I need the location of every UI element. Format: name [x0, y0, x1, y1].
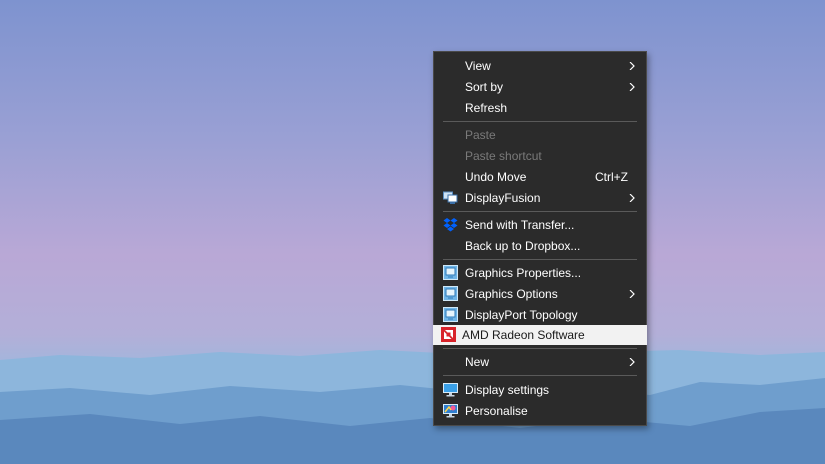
chevron-right-icon [629, 62, 635, 70]
chevron-right-icon [629, 358, 635, 366]
menu-item-refresh[interactable]: Refresh [434, 98, 646, 118]
desktop-background[interactable] [0, 0, 825, 464]
dropbox-icon [443, 218, 458, 232]
menu-separator [443, 348, 637, 349]
menu-item-label: Sort by [465, 80, 504, 94]
menu-separator [443, 375, 637, 376]
menu-item-label: New [465, 355, 490, 369]
chevron-right-icon [629, 83, 635, 91]
menu-item-label: Paste [465, 128, 496, 142]
menu-item-displayfusion[interactable]: DisplayFusion [434, 188, 646, 208]
menu-item-label: Refresh [465, 101, 508, 115]
menu-item-label: Send with Transfer... [465, 218, 575, 232]
menu-item-send-with-transfer[interactable]: Send with Transfer... [434, 215, 646, 235]
menu-item-personalise[interactable]: Personalise [434, 401, 646, 421]
amd-radeon-icon [441, 327, 456, 342]
menu-item-label: Back up to Dropbox... [465, 239, 581, 253]
menu-item-view[interactable]: View [434, 56, 646, 76]
display-settings-icon [443, 383, 458, 397]
menu-item-label: DisplayFusion [465, 191, 541, 205]
menu-item-label: View [465, 59, 491, 73]
menu-item-label: DisplayPort Topology [465, 308, 578, 322]
keyboard-shortcut: Ctrl+Z [595, 170, 628, 184]
intel-graphics-icon [443, 307, 458, 322]
menu-item-label: Personalise [465, 404, 528, 418]
chevron-right-icon [629, 290, 635, 298]
menu-item-graphics-options[interactable]: Graphics Options [434, 284, 646, 304]
menu-item-graphics-properties[interactable]: Graphics Properties... [434, 263, 646, 283]
menu-separator [443, 211, 637, 212]
menu-separator [443, 259, 637, 260]
intel-graphics-icon [443, 286, 458, 301]
chevron-right-icon [629, 194, 635, 202]
menu-item-displayport-topology[interactable]: DisplayPort Topology [434, 305, 646, 325]
menu-item-amd-radeon-software[interactable]: AMD Radeon Software [433, 325, 647, 345]
menu-item-paste: Paste [434, 125, 646, 145]
menu-item-label: AMD Radeon Software [462, 328, 585, 342]
desktop-context-menu: View Sort by Refresh Paste Paste shortcu… [433, 51, 647, 426]
menu-item-label: Graphics Options [465, 287, 558, 301]
menu-item-label: Graphics Properties... [465, 266, 582, 280]
desktop-wallpaper [0, 348, 825, 464]
menu-separator [443, 121, 637, 122]
menu-item-label: Display settings [465, 383, 550, 397]
menu-item-paste-shortcut: Paste shortcut [434, 146, 646, 166]
personalise-icon [443, 404, 458, 418]
menu-item-back-up-to-dropbox[interactable]: Back up to Dropbox... [434, 236, 646, 256]
menu-item-display-settings[interactable]: Display settings [434, 380, 646, 400]
menu-item-label: Undo Move [465, 170, 527, 184]
intel-graphics-icon [443, 265, 458, 280]
displayfusion-icon [443, 191, 458, 204]
menu-item-undo-move[interactable]: Undo Move Ctrl+Z [434, 167, 646, 187]
menu-item-sort-by[interactable]: Sort by [434, 77, 646, 97]
menu-item-new[interactable]: New [434, 352, 646, 372]
menu-item-label: Paste shortcut [465, 149, 542, 163]
